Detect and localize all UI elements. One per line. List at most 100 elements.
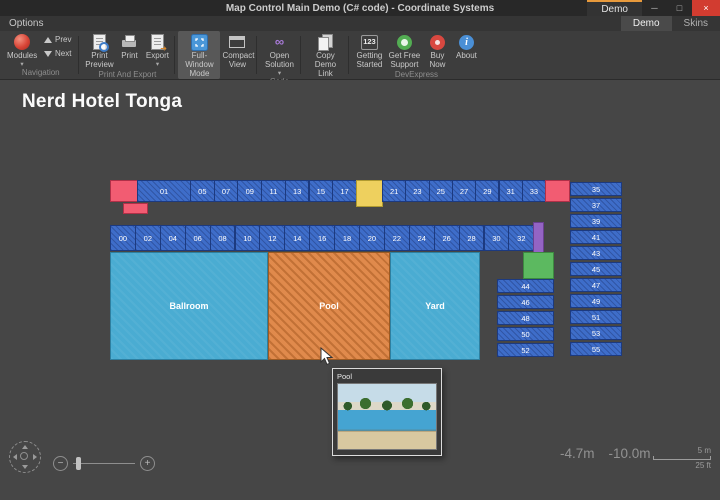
room-20[interactable]: 20 [359, 225, 385, 251]
pan-left-icon [13, 454, 17, 460]
block-pink-3[interactable] [123, 203, 148, 214]
room-33[interactable]: 33 [522, 180, 546, 202]
coordinate-x: -4.7m [560, 446, 595, 461]
room-02[interactable]: 02 [135, 225, 161, 251]
room-27[interactable]: 27 [452, 180, 476, 202]
print-button[interactable]: Print [116, 31, 142, 70]
printer-icon [121, 35, 137, 50]
map-area[interactable]: Nerd Hotel Tonga 01050709111315172123252… [0, 80, 720, 500]
room-46[interactable]: 46 [497, 295, 554, 309]
next-button[interactable]: Next [41, 48, 74, 59]
room-35[interactable]: 35 [570, 182, 622, 196]
buy-now-button[interactable]: Buy Now [422, 31, 452, 70]
room-23[interactable]: 23 [405, 180, 429, 202]
room-18[interactable]: 18 [334, 225, 360, 251]
room-24[interactable]: 24 [409, 225, 435, 251]
room-32[interactable]: 32 [508, 225, 534, 251]
room-30[interactable]: 30 [484, 225, 510, 251]
room-39[interactable]: 39 [570, 214, 622, 228]
room-01[interactable]: 01 [137, 180, 191, 202]
room-44[interactable]: 44 [497, 279, 554, 293]
get-free-support-button[interactable]: Get Free Support [386, 31, 422, 70]
block-purple[interactable] [533, 222, 544, 253]
open-solution-icon: ∞ [275, 35, 284, 50]
room-07[interactable]: 07 [214, 180, 239, 202]
maximize-button[interactable]: □ [667, 0, 692, 16]
room-29[interactable]: 29 [475, 180, 499, 202]
room-14[interactable]: 14 [284, 225, 310, 251]
room-22[interactable]: 22 [384, 225, 410, 251]
about-button[interactable]: i About [452, 31, 480, 70]
room-45[interactable]: 45 [570, 262, 622, 276]
zoom-slider[interactable] [73, 457, 135, 470]
room-15[interactable]: 15 [309, 180, 334, 202]
pan-compass-control[interactable] [9, 441, 41, 473]
chevron-down-icon: ▾ [20, 61, 23, 68]
room-47[interactable]: 47 [570, 278, 622, 292]
block-pink-1[interactable] [110, 180, 138, 202]
zoom-in-button[interactable]: + [140, 456, 155, 471]
minimize-button[interactable]: ─ [642, 0, 667, 16]
area-yard[interactable]: Yard [390, 252, 480, 360]
copy-demo-link-button[interactable]: Copy Demo Link ▾ [304, 31, 346, 86]
area-pool[interactable]: Pool [268, 252, 390, 360]
room-17[interactable]: 17 [332, 180, 357, 202]
room-49[interactable]: 49 [570, 294, 622, 308]
room-25[interactable]: 25 [429, 180, 453, 202]
room-16[interactable]: 16 [309, 225, 335, 251]
room-09[interactable]: 09 [237, 180, 262, 202]
room-10[interactable]: 10 [235, 225, 261, 251]
close-button[interactable]: × [692, 0, 720, 16]
room-05[interactable]: 05 [190, 180, 215, 202]
full-window-mode-button[interactable]: Full-Window Mode [178, 31, 220, 79]
room-13[interactable]: 13 [285, 180, 310, 202]
compact-view-icon [229, 36, 245, 48]
room-41[interactable]: 41 [570, 230, 622, 244]
room-37[interactable]: 37 [570, 198, 622, 212]
block-green[interactable] [523, 252, 554, 279]
room-51[interactable]: 51 [570, 310, 622, 324]
room-11[interactable]: 11 [261, 180, 286, 202]
open-solution-button[interactable]: ∞ Open Solution ▾ [260, 31, 298, 77]
prev-button[interactable]: Prev [41, 34, 74, 45]
compact-view-button[interactable]: Compact View [220, 31, 254, 79]
getting-started-icon: 123 [361, 35, 378, 50]
pan-center-icon [20, 452, 28, 460]
room-53[interactable]: 53 [570, 326, 622, 340]
room-55[interactable]: 55 [570, 342, 622, 356]
menu-row: Options Demo Skins [0, 16, 720, 31]
ribbon-category-demo[interactable]: Demo [587, 0, 642, 16]
room-50[interactable]: 50 [497, 327, 554, 341]
room-00[interactable]: 00 [110, 225, 136, 251]
print-preview-icon [93, 34, 106, 50]
tab-skins[interactable]: Skins [672, 16, 720, 31]
scale-imperial: 25 ft [653, 461, 711, 470]
print-preview-button[interactable]: Print Preview [82, 31, 116, 70]
room-43[interactable]: 43 [570, 246, 622, 260]
area-ballroom[interactable]: Ballroom [110, 252, 268, 360]
room-21[interactable]: 21 [382, 180, 406, 202]
room-04[interactable]: 04 [160, 225, 186, 251]
room-48[interactable]: 48 [497, 311, 554, 325]
room-31[interactable]: 31 [499, 180, 523, 202]
pan-right-icon [33, 454, 37, 460]
room-12[interactable]: 12 [259, 225, 285, 251]
full-window-icon [191, 33, 208, 51]
getting-started-label: Getting Started [354, 52, 384, 70]
room-52[interactable]: 52 [497, 343, 554, 357]
zoom-slider-thumb[interactable] [76, 457, 81, 470]
block-pink-2[interactable] [545, 180, 570, 202]
block-yellow[interactable] [356, 180, 383, 207]
ribbon-group-label-navigation: Navigation [5, 68, 76, 79]
room-06[interactable]: 06 [185, 225, 211, 251]
tab-demo[interactable]: Demo [621, 16, 672, 31]
getting-started-button[interactable]: 123 Getting Started [352, 31, 386, 70]
room-08[interactable]: 08 [210, 225, 236, 251]
zoom-out-button[interactable]: − [53, 456, 68, 471]
room-26[interactable]: 26 [434, 225, 460, 251]
room-28[interactable]: 28 [459, 225, 485, 251]
ribbon-group-devexpress: 123 Getting Started Get Free Support Buy… [349, 31, 483, 79]
export-button[interactable]: Export ▾ [142, 31, 172, 70]
modules-button[interactable]: Modules ▾ [5, 31, 39, 68]
options-menu[interactable]: Options [0, 16, 52, 31]
